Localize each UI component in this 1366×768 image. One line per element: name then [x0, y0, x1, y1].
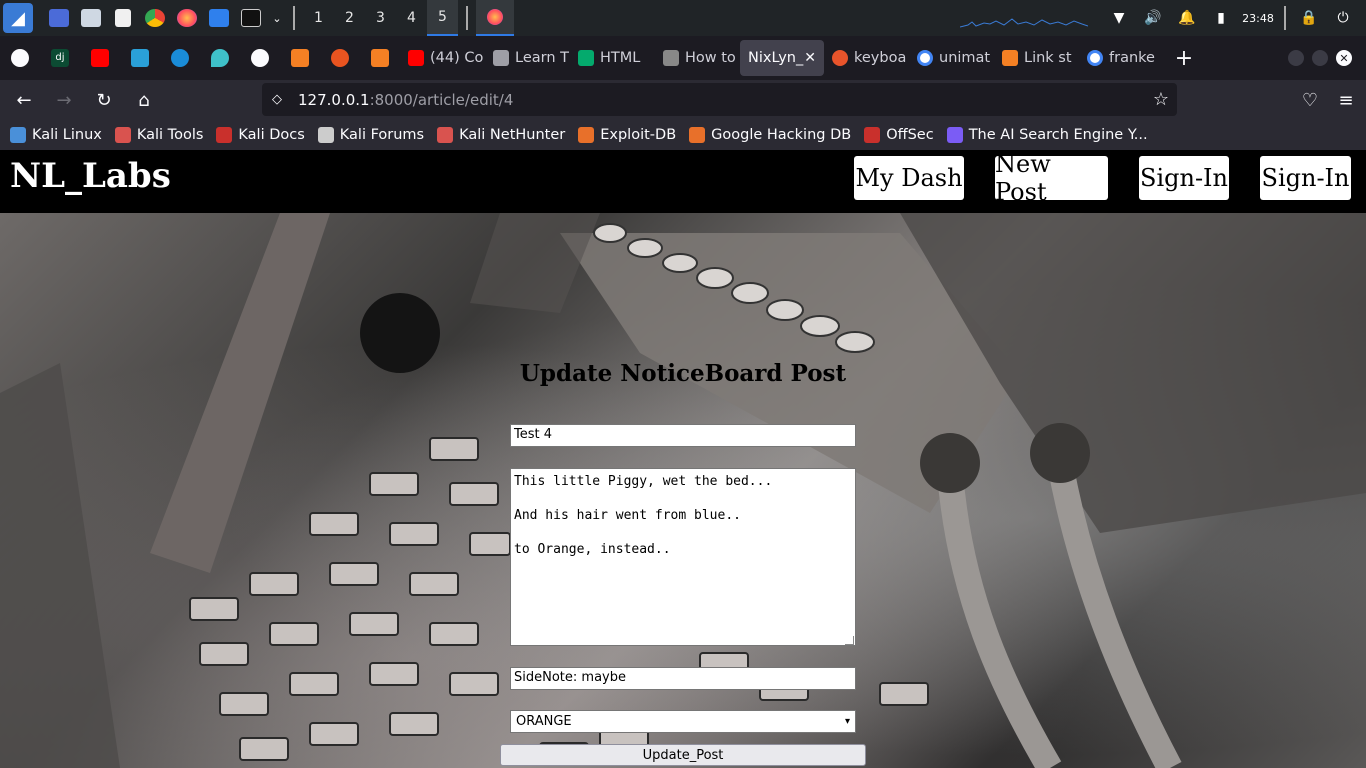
pinned-tab-ubuntu[interactable]	[320, 36, 360, 80]
bookmark-item[interactable]: Kali Tools	[114, 127, 203, 143]
post-body-textarea[interactable]: This little Piggy, wet the bed... And hi…	[510, 468, 856, 646]
back-arrow-icon[interactable]: ←	[6, 82, 42, 118]
browser-tab[interactable]: (44) Co	[400, 40, 485, 76]
file-manager-icon[interactable]	[77, 4, 105, 32]
pinned-tab-stackoverflow-2[interactable]	[360, 36, 400, 80]
site-brand[interactable]: NL_Labs	[10, 156, 171, 196]
browser-tab-active[interactable]: NixLyn_ ✕	[740, 40, 824, 76]
bookmark-item[interactable]: Google Hacking DB	[689, 127, 851, 143]
vscode-icon[interactable]	[205, 4, 233, 32]
browser-tab[interactable]: HTML	[570, 40, 655, 76]
browser-tab[interactable]: keyboa	[824, 40, 909, 76]
pinned-tab-stackoverflow[interactable]	[280, 36, 320, 80]
reload-icon[interactable]: ↻	[86, 82, 122, 118]
workspace-1[interactable]: 1	[303, 0, 334, 36]
bookmark-item[interactable]: OffSec	[864, 127, 934, 143]
window-controls: ✕	[1280, 50, 1352, 66]
bookmark-item[interactable]: Kali NetHunter	[437, 127, 565, 143]
site-header: NL_Labs My Dash New Post Sign-In Sign-In	[0, 150, 1366, 213]
browser-tab[interactable]: franke	[1079, 40, 1164, 76]
bookmark-star-icon[interactable]: ☆	[1153, 89, 1169, 110]
form-heading: Update NoticeBoard Post	[519, 360, 847, 387]
my-dash-button[interactable]: My Dash	[854, 156, 964, 200]
firefox-icon[interactable]	[173, 4, 201, 32]
sidenote-input[interactable]: SideNote: maybe	[510, 667, 856, 690]
power-icon[interactable]: ⏻	[1326, 10, 1360, 26]
kali-menu-icon[interactable]: ◢	[3, 3, 33, 33]
workspace-3[interactable]: 3	[365, 0, 396, 36]
close-tab-icon[interactable]: ✕	[804, 50, 816, 66]
url-host: 127.0.0.1	[298, 90, 370, 109]
network-graph	[960, 18, 1088, 28]
pinned-tab-drop[interactable]	[200, 36, 240, 80]
terminal-icon[interactable]	[237, 4, 265, 32]
url-path: :8000/article/edit/4	[369, 90, 514, 109]
firefox-window-button[interactable]	[476, 0, 514, 36]
system-tray: ▼ 🔊 🔔 ▮ 23:48 🔒 ⏻	[960, 0, 1366, 36]
web-page: NL_Labs My Dash New Post Sign-In Sign-In	[0, 150, 1366, 768]
browser-tab[interactable]: unimat	[909, 40, 994, 76]
color-select-value: ORANGE	[516, 714, 572, 729]
chevron-down-icon: ▾	[844, 716, 850, 727]
update-post-button[interactable]: Update_Post	[500, 744, 866, 766]
bookmark-item[interactable]: Exploit-DB	[578, 127, 676, 143]
volume-icon[interactable]: 🔊	[1136, 10, 1170, 26]
pocket-icon[interactable]: ♡	[1292, 82, 1328, 118]
taskbar-separator	[293, 6, 295, 30]
minimize-button[interactable]	[1288, 50, 1304, 66]
pinned-tab-bitwarden[interactable]	[160, 36, 200, 80]
browser-tab[interactable]: Link st	[994, 40, 1079, 76]
workspace-2[interactable]: 2	[334, 0, 365, 36]
lock-icon[interactable]: 🔒	[1292, 10, 1326, 26]
chrome-icon[interactable]	[141, 4, 169, 32]
sign-in-button[interactable]: Sign-In	[1139, 156, 1229, 200]
chevron-down-icon[interactable]: ⌄	[269, 4, 285, 32]
pinned-tab-github-2[interactable]	[240, 36, 280, 80]
text-editor-icon[interactable]	[109, 4, 137, 32]
os-taskbar: ◢ ⌄ 1 2 3 4 5 ▼ 🔊 🔔 ▮ 23:48 🔒 ⏻	[0, 0, 1366, 36]
workspace-5[interactable]: 5	[427, 0, 458, 36]
workspace-switcher-icon[interactable]	[45, 4, 73, 32]
color-select[interactable]: ORANGE ▾	[510, 710, 856, 733]
pinned-tab-app[interactable]	[120, 36, 160, 80]
tracking-shield-icon[interactable]: ◇	[272, 92, 288, 107]
browser-tab-strip: dj (44) Co Learn T HTML How to NixLyn_ ✕ …	[0, 36, 1366, 80]
taskbar-separator	[1284, 6, 1286, 30]
taskbar-separator	[466, 6, 468, 30]
pinned-tab-github[interactable]	[0, 36, 40, 80]
textarea-resize-handle[interactable]	[845, 636, 854, 645]
notification-bell-icon[interactable]: 🔔	[1170, 10, 1204, 26]
browser-tab[interactable]: How to	[655, 40, 740, 76]
pinned-tab-django[interactable]: dj	[40, 36, 80, 80]
clock[interactable]: 23:48	[1238, 12, 1278, 25]
new-post-button[interactable]: New Post	[995, 150, 1108, 206]
maximize-button[interactable]	[1312, 50, 1328, 66]
bookmark-item[interactable]: Kali Linux	[10, 127, 102, 143]
url-bar[interactable]: ◇ 127.0.0.1:8000/article/edit/4 ☆	[262, 83, 1177, 250]
pinned-tab-youtube[interactable]	[80, 36, 120, 80]
battery-icon[interactable]: ▮	[1204, 10, 1238, 26]
typewriter-background-image: Update NoticeBoard Post Test 4 This litt…	[0, 213, 1366, 768]
forward-arrow-icon[interactable]: →	[46, 82, 82, 118]
hamburger-menu-icon[interactable]: ≡	[1328, 82, 1364, 118]
new-tab-button[interactable]: +	[1164, 46, 1204, 71]
post-title-input[interactable]: Test 4	[510, 424, 856, 447]
workspace-4[interactable]: 4	[396, 0, 427, 36]
bookmark-item[interactable]: The AI Search Engine Y...	[946, 127, 1148, 143]
browser-navbar: ← → ↻ ⌂ ◇ 127.0.0.1:8000/article/edit/4 …	[0, 80, 1366, 250]
bookmarks-toolbar: Kali Linux Kali Tools Kali Docs Kali For…	[0, 120, 1366, 150]
home-icon[interactable]: ⌂	[126, 82, 162, 118]
sign-in-button-2[interactable]: Sign-In	[1260, 156, 1351, 200]
close-window-button[interactable]: ✕	[1336, 50, 1352, 66]
bookmark-item[interactable]: Kali Docs	[216, 127, 305, 143]
bookmark-item[interactable]: Kali Forums	[317, 127, 424, 143]
browser-tab[interactable]: Learn T	[485, 40, 570, 76]
wifi-icon[interactable]: ▼	[1102, 10, 1136, 26]
